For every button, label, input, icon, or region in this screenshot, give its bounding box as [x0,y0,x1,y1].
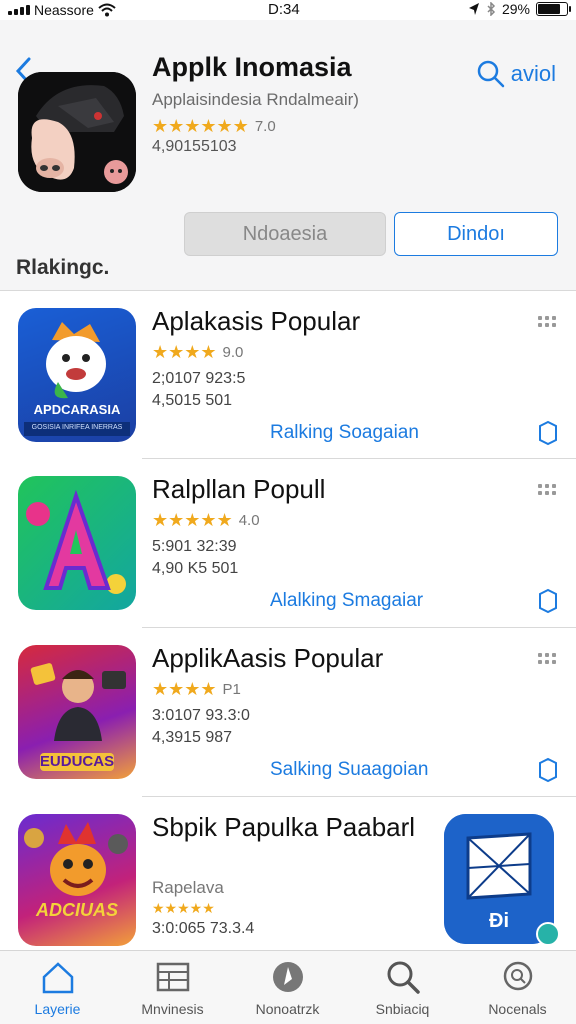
carrier-label: Neassore [34,2,94,18]
compass-icon [273,962,303,992]
letter-a-icon [26,489,126,594]
search-label: aviol [510,61,556,86]
app-title: Sbpik Papulka Paabarl [152,812,416,842]
icon-text: EUDUCAS [39,753,115,770]
tab-label: Snbiaciq [375,1001,430,1017]
ranking-link[interactable]: Alalking Smagaiar [270,590,423,612]
bookmark-icon[interactable] [536,757,560,783]
featured-app-subtitle: Applaisindesia Rndalmeair) [152,90,359,109]
tab-search[interactable]: Snbiaciq [345,951,460,1024]
monster-icon [24,822,128,896]
newspaper-icon [156,962,190,992]
tab-label: Nocenals [488,1001,547,1017]
star-rating: ★★★★ [152,679,217,699]
floating-app-icon[interactable]: Đi [444,814,554,944]
search-button[interactable]: aviol [477,60,556,88]
wifi-icon [98,3,116,17]
ranking-link[interactable]: Salking Suaagoian [270,759,428,781]
hooded-character-icon [18,72,136,192]
tab-bar: Layerie Mnvinesis Nonoatrzk Snbiaciq Noc… [0,950,576,1024]
ranking-link[interactable]: Ralking Soagaian [270,422,419,444]
rating-value: 4.0 [238,512,260,529]
featured-app-icon[interactable] [18,72,136,192]
list-item[interactable]: APDCARASIA GOSISIA INRIFEA INERRAS Aplak… [0,290,576,458]
rating-value: P1 [222,681,241,698]
app-icon: EUDUCAS [18,645,136,779]
app-title: ApplikAasis Popular [152,643,384,673]
star-rating: ★★★★★ [152,510,233,530]
star-rating: ★★★★★ [152,900,215,916]
app-icon [18,476,136,610]
download-button[interactable]: Dindoı [394,212,558,256]
search-icon [387,961,420,994]
search-icon [477,60,504,88]
star-rating: ★★★★ [152,342,217,362]
battery-percent: 29% [501,1,530,17]
icon-text: APDCARASIA [33,402,121,417]
location-icon [468,3,479,15]
featured-app-title: Applk Inomasia [152,52,352,82]
download-count: 4,90155103 [152,138,237,155]
more-options-icon[interactable] [538,484,558,498]
bookmark-icon[interactable] [536,588,560,614]
status-time: D:34 [268,1,300,18]
app-meta-line-1: 2;0107 923:5 [152,370,246,387]
app-title: Ralpllan Popull [152,474,326,504]
tab-label: Layerie [34,1001,81,1017]
magnifier-badge-icon [503,961,533,991]
icon-text: ADCIUAS [35,900,118,920]
list-item[interactable]: Ralpllan Popull ★★★★★ 4.0 5:901 32:39 4,… [0,458,576,626]
tab-discover[interactable]: Nonoatrzk [230,951,345,1024]
app-rating: ★★★★★ [152,900,215,917]
tab-account[interactable]: Nocenals [460,951,575,1024]
app-rating: ★★★★★ 4.0 [152,510,260,531]
featured-app-rating: ★★★★★★ 7.0 [152,116,276,137]
app-rating: ★★★★ 9.0 [152,342,243,363]
app-meta: 3:0:065 73.3.4 [152,920,255,937]
region-button[interactable]: Ndoaesia [184,212,386,256]
home-icon [42,962,74,994]
icon-subtext: GOSISIA INRIFEA INERRAS [31,424,123,431]
app-meta-line-2: 4,3915 987 [152,729,233,746]
app-rating: ★★★★ P1 [152,679,241,700]
app-meta-line-2: 4,90 K5 501 [152,560,239,577]
bookmark-icon[interactable] [536,420,560,446]
app-title: Aplakasis Popular [152,306,361,336]
signal-icon [8,5,30,15]
mascot-icon [24,322,130,436]
check-badge-icon [536,922,560,946]
app-header: aviol Applk Inomasia Applaisindesia Rnda… [0,20,576,290]
rating-value: 9.0 [222,344,244,361]
list-item[interactable]: EUDUCAS ApplikAasis Popular ★★★★ P1 3:01… [0,627,576,795]
tab-news[interactable]: Mnvinesis [115,951,230,1024]
rating-value: 7.0 [254,118,276,135]
section-heading: Rlakingc. [16,256,110,279]
star-rating: ★★★★★★ [152,116,249,136]
app-subtitle: Rapelava [152,878,224,897]
more-options-icon[interactable] [538,316,558,330]
bluetooth-icon [487,2,496,16]
app-icon: APDCARASIA GOSISIA INRIFEA INERRAS [18,308,136,442]
tab-label: Mnvinesis [141,1001,204,1017]
app-icon: ADCIUAS [18,814,136,946]
more-options-icon[interactable] [538,653,558,667]
tab-label: Nonoatrzk [255,1001,320,1017]
app-meta-line-1: 3:0107 93.3:0 [152,707,250,724]
app-meta-line-2: 4,5015 501 [152,392,233,409]
status-bar: Neassore D:34 29% [0,0,576,20]
tab-home[interactable]: Layerie [0,951,115,1024]
app-meta-line-1: 5:901 32:39 [152,538,237,555]
battery-icon [536,2,571,16]
